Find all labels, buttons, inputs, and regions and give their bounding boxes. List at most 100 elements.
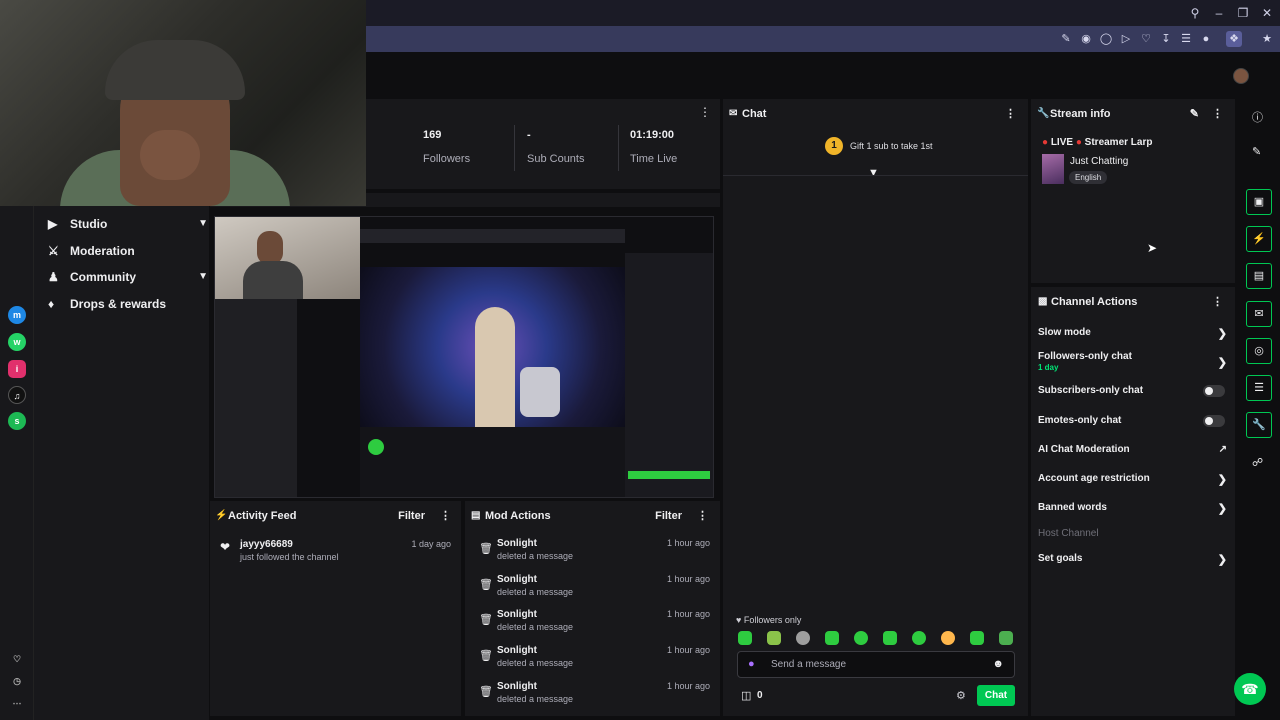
restore-icon[interactable]: ❐ <box>1235 5 1251 21</box>
lightning-icon[interactable]: ⚡ <box>1246 226 1272 252</box>
play-icon[interactable]: ▷ <box>1118 31 1134 47</box>
followers-only-chat-row[interactable]: Followers-only chat 1 day ❯ <box>1038 351 1227 372</box>
tiktok-icon[interactable]: ♫ <box>8 386 26 404</box>
gift-rank-badge: 1 <box>825 137 843 155</box>
nav-item-moderation[interactable]: ⚔ Moderation <box>48 241 208 261</box>
messenger-icon[interactable]: m <box>8 306 26 324</box>
search-icon[interactable]: ⚲ <box>1187 5 1203 21</box>
banned-words-row[interactable]: Banned words ❯ <box>1038 502 1227 515</box>
mod-action-time: 1 hour ago <box>666 645 710 655</box>
more-options-icon[interactable]: ⋮ <box>1212 287 1223 317</box>
info-icon[interactable]: ⓘ <box>1252 109 1263 125</box>
more-options-icon[interactable]: ⋮ <box>440 501 451 531</box>
chevron-right-icon: ❯ <box>1217 357 1227 369</box>
stat-value: - <box>527 129 531 141</box>
edit-icon[interactable]: ✎ <box>1058 31 1074 47</box>
nav-item-drops-rewards[interactable]: ♦ Drops & rewards <box>48 294 208 314</box>
emote-icon[interactable] <box>912 631 926 645</box>
ai-chat-moderation-row[interactable]: AI Chat Moderation ↗ <box>1038 444 1227 455</box>
more-icon[interactable]: ⋯ <box>8 694 26 712</box>
trash-icon: 🗑 <box>479 543 493 555</box>
more-options-icon[interactable]: ⋮ <box>697 501 708 531</box>
account-age-restriction-row[interactable]: Account age restriction ❯ <box>1038 473 1227 486</box>
heart-icon[interactable]: ♡ <box>8 650 26 668</box>
filter-button[interactable]: Filter <box>655 501 682 531</box>
set-goals-row[interactable]: Set goals ❯ <box>1038 553 1227 566</box>
slow-mode-row[interactable]: Slow mode ❯ <box>1038 327 1227 340</box>
nav-item-studio[interactable]: ▶ Studio ▼ <box>48 214 208 234</box>
mod-action-description: deleted a message <box>497 694 574 704</box>
chat-title: Chat <box>742 108 767 120</box>
emote-icon[interactable] <box>796 631 810 645</box>
microphone-icon[interactable]: ● <box>748 658 755 670</box>
profile-icon[interactable]: ● <box>1198 31 1214 47</box>
menu-icon[interactable]: ☰ <box>1178 31 1194 47</box>
camera-icon[interactable]: ◉ <box>1078 31 1094 47</box>
pencil-icon[interactable]: ✎ <box>1252 145 1261 158</box>
mod-action-description: deleted a message <box>497 658 574 668</box>
scan-icon[interactable]: ▣ <box>1246 189 1272 215</box>
extension-icon[interactable]: ❖ <box>1226 31 1242 47</box>
chat-header: ✉ Chat ⋮ <box>723 99 1028 129</box>
chat-bubble-icon[interactable]: ✉ <box>1246 301 1272 327</box>
webcam-overlay <box>0 0 366 206</box>
mod-action-item: 🗑 Sonlight deleted a message 1 hour ago <box>479 574 710 597</box>
emoji-icon[interactable]: ☻ <box>992 658 1004 670</box>
settings-icon[interactable]: ⚙ <box>956 689 966 702</box>
share-icon[interactable]: ☍ <box>1252 456 1263 469</box>
emotes-only-toggle[interactable] <box>1203 415 1225 427</box>
spotify-icon[interactable]: s <box>8 412 26 430</box>
emote-icon[interactable] <box>825 631 839 645</box>
channel-actions-title: Channel Actions <box>1051 296 1138 308</box>
minimize-icon[interactable]: – <box>1211 5 1227 21</box>
list-icon[interactable]: ☰ <box>1246 375 1272 401</box>
heart-icon[interactable]: ♡ <box>1138 31 1154 47</box>
support-chat-icon[interactable]: ☎ <box>1234 673 1266 705</box>
more-options-icon[interactable]: ⋮ <box>1005 99 1016 129</box>
pencil-icon[interactable]: ✎ <box>1190 99 1199 129</box>
nav-item-community[interactable]: ♟ Community ▼ <box>48 267 208 287</box>
gift-sub-prompt[interactable]: Gift 1 sub to take 1st <box>850 141 933 151</box>
document-icon[interactable]: ▤ <box>1246 263 1272 289</box>
emote-icon[interactable] <box>970 631 984 645</box>
instagram-icon[interactable]: i <box>8 360 26 378</box>
emote-icon[interactable] <box>883 631 897 645</box>
more-options-icon[interactable]: ⋮ <box>699 105 711 119</box>
chat-panel: ✉ Chat ⋮ 1 Gift 1 sub to take 1st ▼ ♥ Fo… <box>723 99 1028 716</box>
download-icon[interactable]: ↧ <box>1158 31 1174 47</box>
live-dot-icon: ● <box>1042 137 1049 148</box>
divider <box>618 125 619 171</box>
language-tag[interactable]: English <box>1069 171 1108 184</box>
close-icon[interactable]: ✕ <box>1259 5 1275 21</box>
stream-preview[interactable] <box>214 216 714 498</box>
filter-button[interactable]: Filter <box>398 501 425 531</box>
more-options-icon[interactable]: ⋮ <box>1212 99 1223 129</box>
avatar[interactable] <box>1233 68 1249 84</box>
channel-icon: ▩ <box>1038 296 1048 307</box>
wrench-icon[interactable]: 🔧 <box>1246 412 1272 438</box>
emote-icon[interactable] <box>999 631 1013 645</box>
banned-words-label: Banned words <box>1038 502 1107 513</box>
subscribers-only-toggle[interactable] <box>1203 385 1225 397</box>
heart-icon: ❤ <box>220 540 231 554</box>
emote-icon[interactable] <box>941 631 955 645</box>
ai-icon[interactable]: ★ <box>1256 31 1278 47</box>
followers-only-duration: 1 day <box>1038 363 1059 372</box>
emote-icon[interactable] <box>738 631 752 645</box>
activity-feed-header: ⚡ Activity Feed Filter ⋮ <box>210 501 461 531</box>
emote-icon[interactable] <box>854 631 868 645</box>
shield-icon[interactable]: ◯ <box>1098 31 1114 47</box>
category-thumbnail[interactable] <box>1042 154 1064 184</box>
clock-icon[interactable]: ◷ <box>8 672 26 690</box>
preview-video-image <box>360 267 625 427</box>
stream-category[interactable]: Just Chatting <box>1070 156 1128 167</box>
whatsapp-icon[interactable]: w <box>8 333 26 351</box>
emote-icon[interactable] <box>767 631 781 645</box>
chevron-right-icon: ❯ <box>1217 503 1227 515</box>
chat-send-button[interactable]: Chat <box>977 685 1015 706</box>
points-icon[interactable]: ◫ <box>741 689 751 702</box>
chat-input[interactable]: ● Send a message ☻ <box>737 651 1015 678</box>
broadcast-icon[interactable]: ◎ <box>1246 338 1272 364</box>
trash-icon: 🗑 <box>479 614 493 626</box>
chevron-down-icon[interactable]: ▼ <box>868 167 879 179</box>
